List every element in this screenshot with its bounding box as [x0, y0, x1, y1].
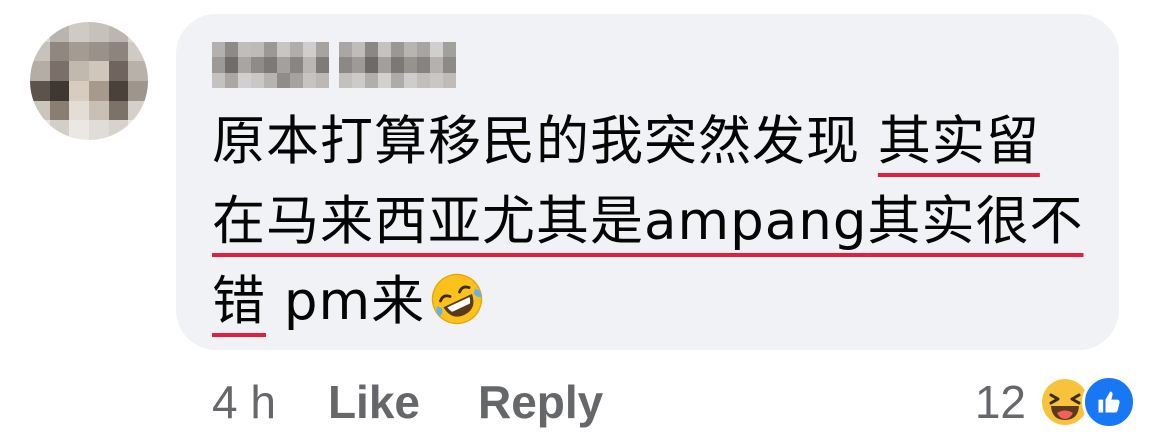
like-button[interactable]: Like: [328, 375, 420, 429]
reply-button[interactable]: Reply: [478, 375, 603, 429]
reactions-summary[interactable]: 12: [975, 372, 1136, 432]
comment-text: 原本打算移民的我突然发现 其实留在马来西亚尤其是ampang其实很不错 pm来: [212, 102, 1092, 342]
comment-text-part: pm来: [266, 271, 426, 332]
author-first-name-blur: [212, 42, 329, 88]
author-name[interactable]: [212, 42, 456, 88]
reaction-count: 12: [974, 376, 1026, 428]
avatar[interactable]: [30, 22, 148, 140]
comment-text-part: 原本打算移民的我突然发现: [212, 111, 878, 172]
timestamp[interactable]: 4 h: [212, 375, 276, 429]
like-reaction-icon: [1082, 375, 1136, 429]
rolling-on-floor-laughing-icon: [431, 273, 483, 325]
comment-bubble: 原本打算移民的我突然发现 其实留在马来西亚尤其是ampang其实很不错 pm来: [176, 14, 1119, 350]
thumbs-up-icon: [1098, 391, 1120, 413]
author-last-name-blur: [339, 42, 456, 88]
comment-actions: 4 h Like Reply: [212, 372, 661, 432]
